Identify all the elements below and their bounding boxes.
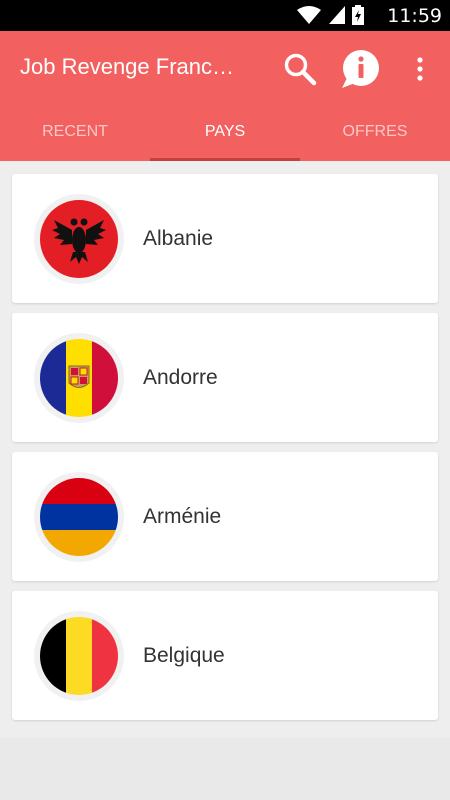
tab-offres[interactable]: OFFRES	[300, 115, 450, 161]
country-name: Albanie	[143, 227, 214, 250]
app-title: Job Revenge Franc…	[20, 54, 234, 79]
country-name: Belgique	[143, 644, 225, 667]
info-icon	[342, 50, 379, 88]
empty-background	[0, 738, 450, 800]
country-card-andorra[interactable]: Andorre	[12, 313, 438, 442]
flag-frame	[34, 611, 124, 701]
more-options-button[interactable]	[396, 45, 444, 93]
app-bar: Job Revenge Franc… RECENT PAYS OFFRES	[0, 31, 450, 161]
tab-recent[interactable]: RECENT	[0, 115, 150, 161]
tab-bar: RECENT PAYS OFFRES	[0, 115, 450, 161]
flag-frame	[34, 333, 124, 423]
search-icon	[284, 53, 317, 86]
albania-flag-icon	[40, 200, 118, 278]
search-button[interactable]	[276, 45, 324, 93]
country-name: Andorre	[143, 366, 218, 389]
country-card-albania[interactable]: Albanie	[12, 174, 438, 303]
more-vert-icon	[417, 57, 423, 81]
armenia-flag-icon	[40, 478, 118, 556]
country-list: Albanie Andorre Arménie Belgique	[12, 174, 438, 730]
info-button[interactable]	[336, 45, 384, 93]
country-name: Arménie	[143, 505, 222, 528]
status-bar: 11:59	[0, 0, 450, 31]
wifi-icon	[296, 5, 322, 30]
battery-charging-icon	[352, 5, 364, 30]
signal-icon	[328, 5, 346, 30]
andorra-flag-icon	[40, 339, 118, 417]
flag-frame	[34, 194, 124, 284]
belgium-flag-icon	[40, 617, 118, 695]
country-card-belgium[interactable]: Belgique	[12, 591, 438, 720]
status-time: 11:59	[387, 5, 442, 27]
country-card-armenia[interactable]: Arménie	[12, 452, 438, 581]
flag-frame	[34, 472, 124, 562]
tab-pays[interactable]: PAYS	[150, 115, 300, 161]
